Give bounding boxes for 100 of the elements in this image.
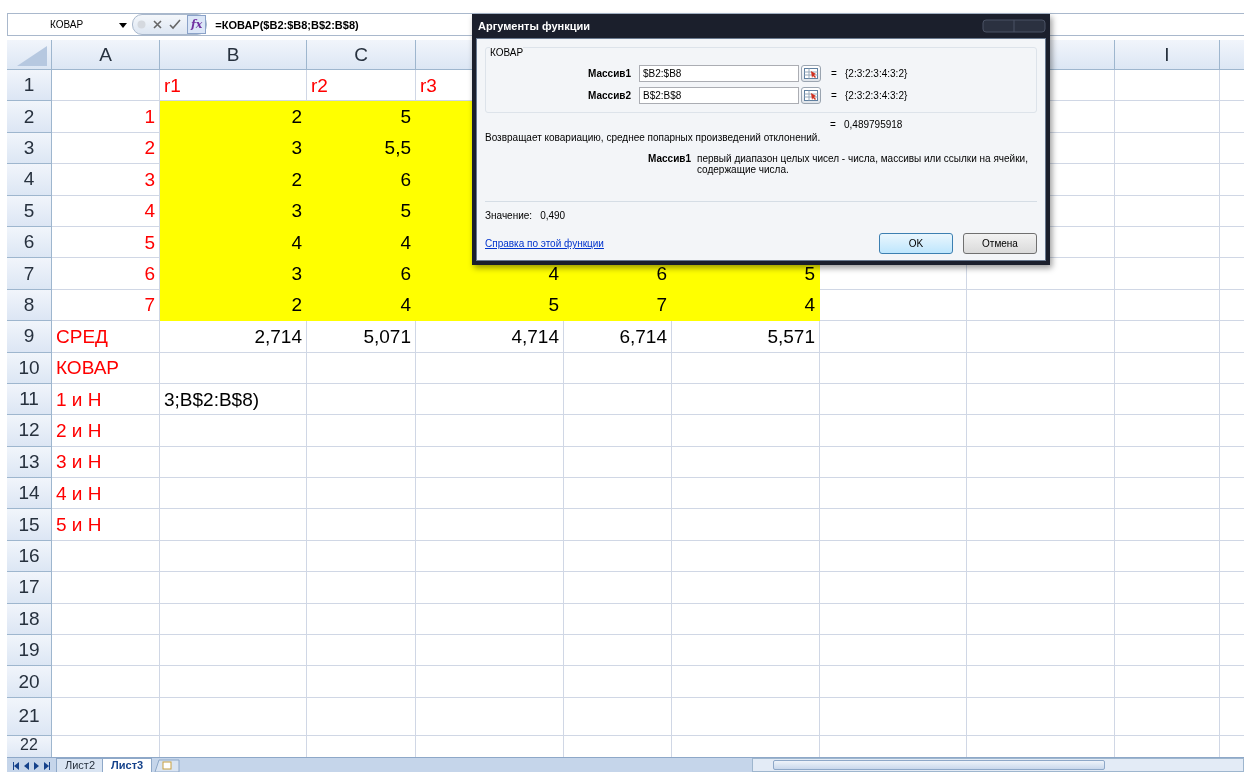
column-header[interactable]: B xyxy=(160,40,307,70)
table-cell: 7 xyxy=(144,295,155,315)
cell-text: 4 xyxy=(400,232,411,252)
argument-label: Массив1 xyxy=(587,67,632,79)
equals-sign: = xyxy=(831,67,838,79)
row-header[interactable]: 16 xyxy=(7,540,52,573)
row-header[interactable]: 7 xyxy=(7,258,52,290)
table-cell: 3 xyxy=(144,169,155,189)
sheet-tab[interactable]: Лист3 xyxy=(102,758,153,772)
row-header[interactable]: 5 xyxy=(7,195,52,227)
table-cell: 6 xyxy=(144,264,155,284)
argument-field[interactable]: B$2:B$8 xyxy=(639,86,799,104)
row-header[interactable]: 13 xyxy=(7,446,52,479)
row-header[interactable]: 6 xyxy=(7,226,52,259)
table-cell: СРЕД xyxy=(56,326,108,346)
result-value: 0,490 xyxy=(540,210,566,221)
row-header[interactable]: 14 xyxy=(7,478,52,510)
circle-icon xyxy=(137,20,146,29)
table-cell: 5,071 xyxy=(363,326,411,346)
sheet-nav-arrow-icon[interactable] xyxy=(13,760,20,771)
formula-result: 0,489795918 xyxy=(844,119,903,130)
row-header[interactable]: 18 xyxy=(7,603,52,636)
name-box[interactable]: КОВАР xyxy=(8,19,118,30)
table-cell: 2 и Н xyxy=(56,421,102,440)
cell-text: 2 xyxy=(291,107,302,127)
table-cell: 5,571 xyxy=(767,326,815,346)
formula-input[interactable]: =КОВАР($B2:$B8;B$2:B$8) xyxy=(215,18,359,31)
table-cell: 1 xyxy=(144,107,155,127)
table-cell: r1 xyxy=(164,75,181,95)
row-header[interactable]: 17 xyxy=(7,572,52,604)
sheet-tab[interactable]: Лист2 xyxy=(56,758,105,772)
row-header[interactable]: 4 xyxy=(7,164,52,196)
argument-result: {2:3:2:3:4:3:2} xyxy=(845,67,908,79)
check-icon[interactable] xyxy=(169,19,181,30)
horizontal-scrollbar[interactable] xyxy=(752,758,1244,772)
help-link[interactable]: Справка по этой функции xyxy=(485,238,869,249)
cell-text: 5 xyxy=(400,107,411,127)
sheet-nav-arrow-icon[interactable] xyxy=(33,760,40,771)
table-cell: 5 и Н xyxy=(56,515,102,535)
cell-text: 6 xyxy=(400,169,411,189)
column-header[interactable]: I xyxy=(1115,40,1220,70)
table-cell: 3 и Н xyxy=(56,452,102,472)
cell-text: 4 xyxy=(804,295,815,315)
argument-result: {2:3:2:3:4:3:2} xyxy=(845,89,908,101)
table-cell: 1 и Н xyxy=(56,389,102,409)
cell-text: 4 xyxy=(400,295,411,315)
cell-text: 4 xyxy=(548,264,559,284)
row-header[interactable]: 10 xyxy=(7,352,52,384)
row-header[interactable]: 8 xyxy=(7,289,52,322)
cell-text: 2 xyxy=(291,295,302,315)
row-header[interactable]: 19 xyxy=(7,635,52,667)
equals-sign: = xyxy=(831,89,838,101)
cell-text: 5 xyxy=(400,201,411,221)
table-cell: 6,714 xyxy=(619,326,667,346)
argument-field[interactable]: $B2:$B8 xyxy=(639,64,799,82)
function-description: Возвращает ковариацию, среднее попарных произведений отклонений. xyxy=(485,132,822,143)
row-header[interactable]: 1 xyxy=(7,70,52,102)
cancel-button[interactable]: Отмена xyxy=(963,233,1037,254)
row-header[interactable]: 9 xyxy=(7,321,52,353)
column-header[interactable]: A xyxy=(52,40,160,70)
table-cell: r3 xyxy=(420,75,437,95)
range-select-button[interactable] xyxy=(801,86,821,104)
table-cell: КОВАР xyxy=(56,358,120,378)
cell-text: 3 xyxy=(291,138,302,158)
cell-text: 5 xyxy=(548,295,559,315)
cell-text: 3 xyxy=(291,201,302,221)
table-cell: 3;B$2:B$8) xyxy=(164,389,260,409)
table-cell: 4 xyxy=(144,201,155,221)
cell-text: 2 xyxy=(291,169,302,189)
argument-name: Массив1 xyxy=(647,153,692,166)
table-cell: 5 xyxy=(144,232,155,252)
equals-sign: = xyxy=(830,119,837,130)
cell-text: 3 xyxy=(291,264,302,284)
row-header[interactable]: 11 xyxy=(7,383,52,416)
row-header[interactable]: 21 xyxy=(7,697,52,736)
value-label: Значение: xyxy=(485,210,533,221)
cancel-icon[interactable] xyxy=(152,19,163,30)
cell-text: 6 xyxy=(400,264,411,284)
argument-label: Массив2 xyxy=(587,89,632,101)
argument-help: первый диапазон целых чисел - числа, массивы или ссылки на ячейки, содержащие числа. xyxy=(697,153,1029,175)
cell-text: 5,5 xyxy=(384,138,411,158)
table-cell: r2 xyxy=(311,75,328,95)
cell-text: 7 xyxy=(656,295,667,315)
column-header[interactable]: C xyxy=(307,40,416,70)
table-cell: 2 xyxy=(144,138,155,158)
window-title: Аргументы функции xyxy=(478,20,591,32)
range-select-button[interactable] xyxy=(801,64,821,82)
row-header[interactable]: 3 xyxy=(7,132,52,165)
sheet-nav-arrow-icon[interactable] xyxy=(23,760,30,771)
table-cell: 4 и Н xyxy=(56,483,102,503)
row-header[interactable]: 20 xyxy=(7,666,52,698)
row-header[interactable]: 2 xyxy=(7,101,52,133)
ok-button[interactable]: OK xyxy=(879,233,953,254)
insert-function-button[interactable]: fx xyxy=(187,15,207,34)
cell-text: 4 xyxy=(291,232,302,252)
row-header[interactable]: 12 xyxy=(7,415,52,447)
sheet-nav-arrow-icon[interactable] xyxy=(43,760,50,771)
dropdown-arrow-icon[interactable] xyxy=(118,20,128,29)
row-header[interactable]: 15 xyxy=(7,509,52,541)
table-cell: 2,714 xyxy=(254,326,302,346)
